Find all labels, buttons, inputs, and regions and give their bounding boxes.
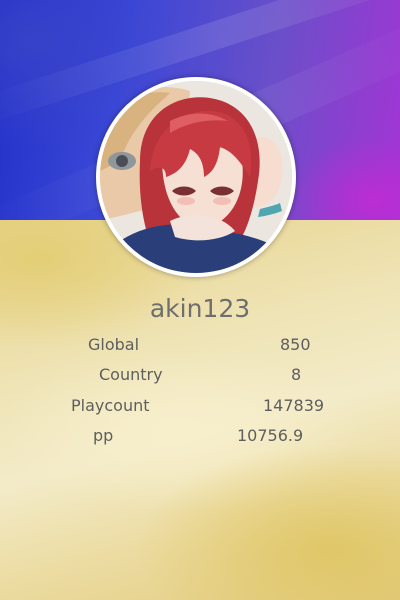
playcount-value: 147839	[263, 396, 325, 415]
pp-label: pp	[93, 426, 114, 445]
country-rank-label: Country	[99, 365, 163, 384]
avatar[interactable]	[100, 81, 292, 273]
profile-card: akin123 Global 850 Country 8 Playcount 1…	[0, 0, 400, 600]
country-rank-value: 8	[291, 365, 302, 384]
anime-avatar-icon	[100, 81, 292, 273]
global-rank-label: Global	[88, 335, 140, 354]
username: akin123	[149, 294, 251, 323]
pp-value: 10756.9	[237, 426, 304, 445]
global-rank-value: 850	[280, 335, 311, 354]
playcount-label: Playcount	[71, 396, 150, 415]
avatar-ring	[96, 77, 296, 277]
card-background	[0, 220, 400, 600]
